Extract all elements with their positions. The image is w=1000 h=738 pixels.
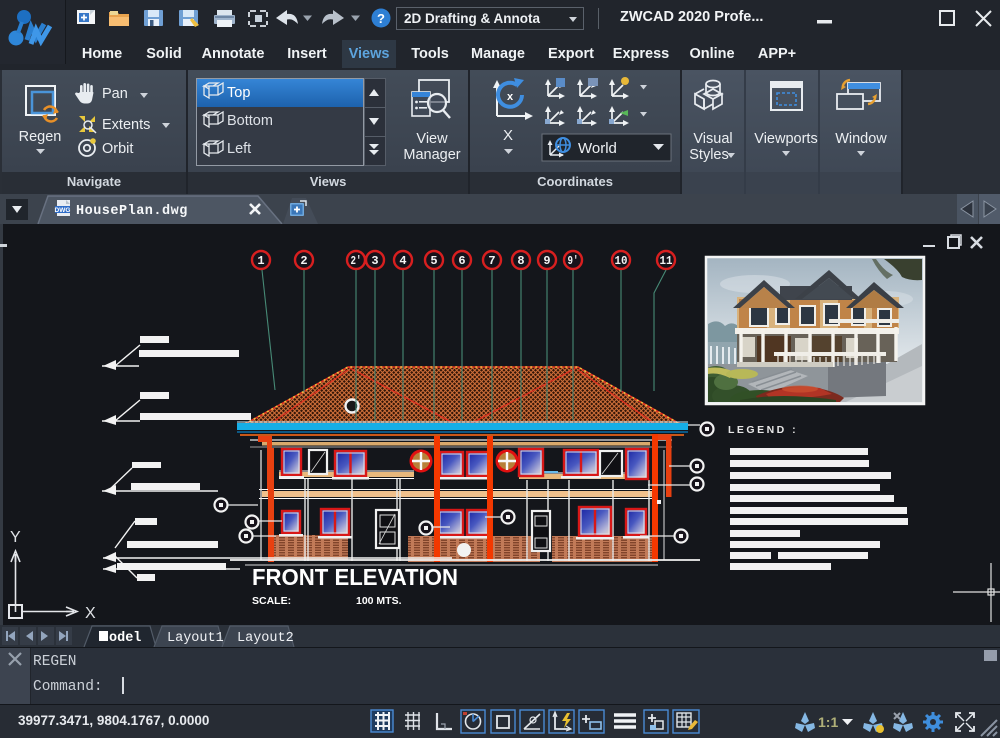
svg-text:1:1: 1:1 <box>818 714 838 730</box>
svg-text:Y: Y <box>10 529 21 546</box>
svg-text:Layout2: Layout2 <box>237 631 294 646</box>
svg-text:View: View <box>416 131 448 147</box>
svg-text:World: World <box>578 140 617 157</box>
svg-text:Viewports: Viewports <box>754 131 817 147</box>
svg-text:Extents: Extents <box>102 117 150 133</box>
svg-text:LEGEND :: LEGEND : <box>728 424 798 436</box>
svg-text:SCALE:: SCALE: <box>252 595 291 607</box>
svg-text:2: 2 <box>300 254 307 268</box>
svg-text:9': 9' <box>568 254 579 268</box>
svg-text:Styles: Styles <box>689 147 729 163</box>
svg-text:2': 2' <box>351 254 362 268</box>
svg-text:FRONT ELEVATION: FRONT ELEVATION <box>252 564 458 590</box>
svg-text:9: 9 <box>543 254 550 268</box>
svg-text:x: x <box>507 91 514 103</box>
svg-text:8: 8 <box>517 254 524 268</box>
svg-text:4: 4 <box>399 254 406 268</box>
svg-text:100 MTS.: 100 MTS. <box>356 595 402 607</box>
svg-text:Pan: Pan <box>102 86 128 102</box>
svg-text:odel: odel <box>109 631 141 646</box>
svg-text:?: ? <box>377 11 385 26</box>
svg-text:10: 10 <box>615 254 628 268</box>
svg-text:Layout1: Layout1 <box>167 631 224 646</box>
svg-text:6: 6 <box>458 254 465 268</box>
svg-text:1: 1 <box>257 254 264 268</box>
svg-text:11: 11 <box>660 254 673 268</box>
svg-text:Visual: Visual <box>693 131 732 147</box>
svg-text:X: X <box>503 127 513 144</box>
svg-text:7: 7 <box>488 254 495 268</box>
svg-text:3: 3 <box>371 254 378 268</box>
svg-text:Window: Window <box>835 131 887 147</box>
svg-text:5: 5 <box>430 254 437 268</box>
svg-text:Regen: Regen <box>19 129 62 145</box>
svg-text:X: X <box>85 605 96 622</box>
svg-text:Manager: Manager <box>403 147 460 163</box>
svg-text:Orbit: Orbit <box>102 141 133 157</box>
svg-text:DWG: DWG <box>55 207 71 214</box>
svg-text:HousePlan.dwg: HousePlan.dwg <box>76 204 188 219</box>
